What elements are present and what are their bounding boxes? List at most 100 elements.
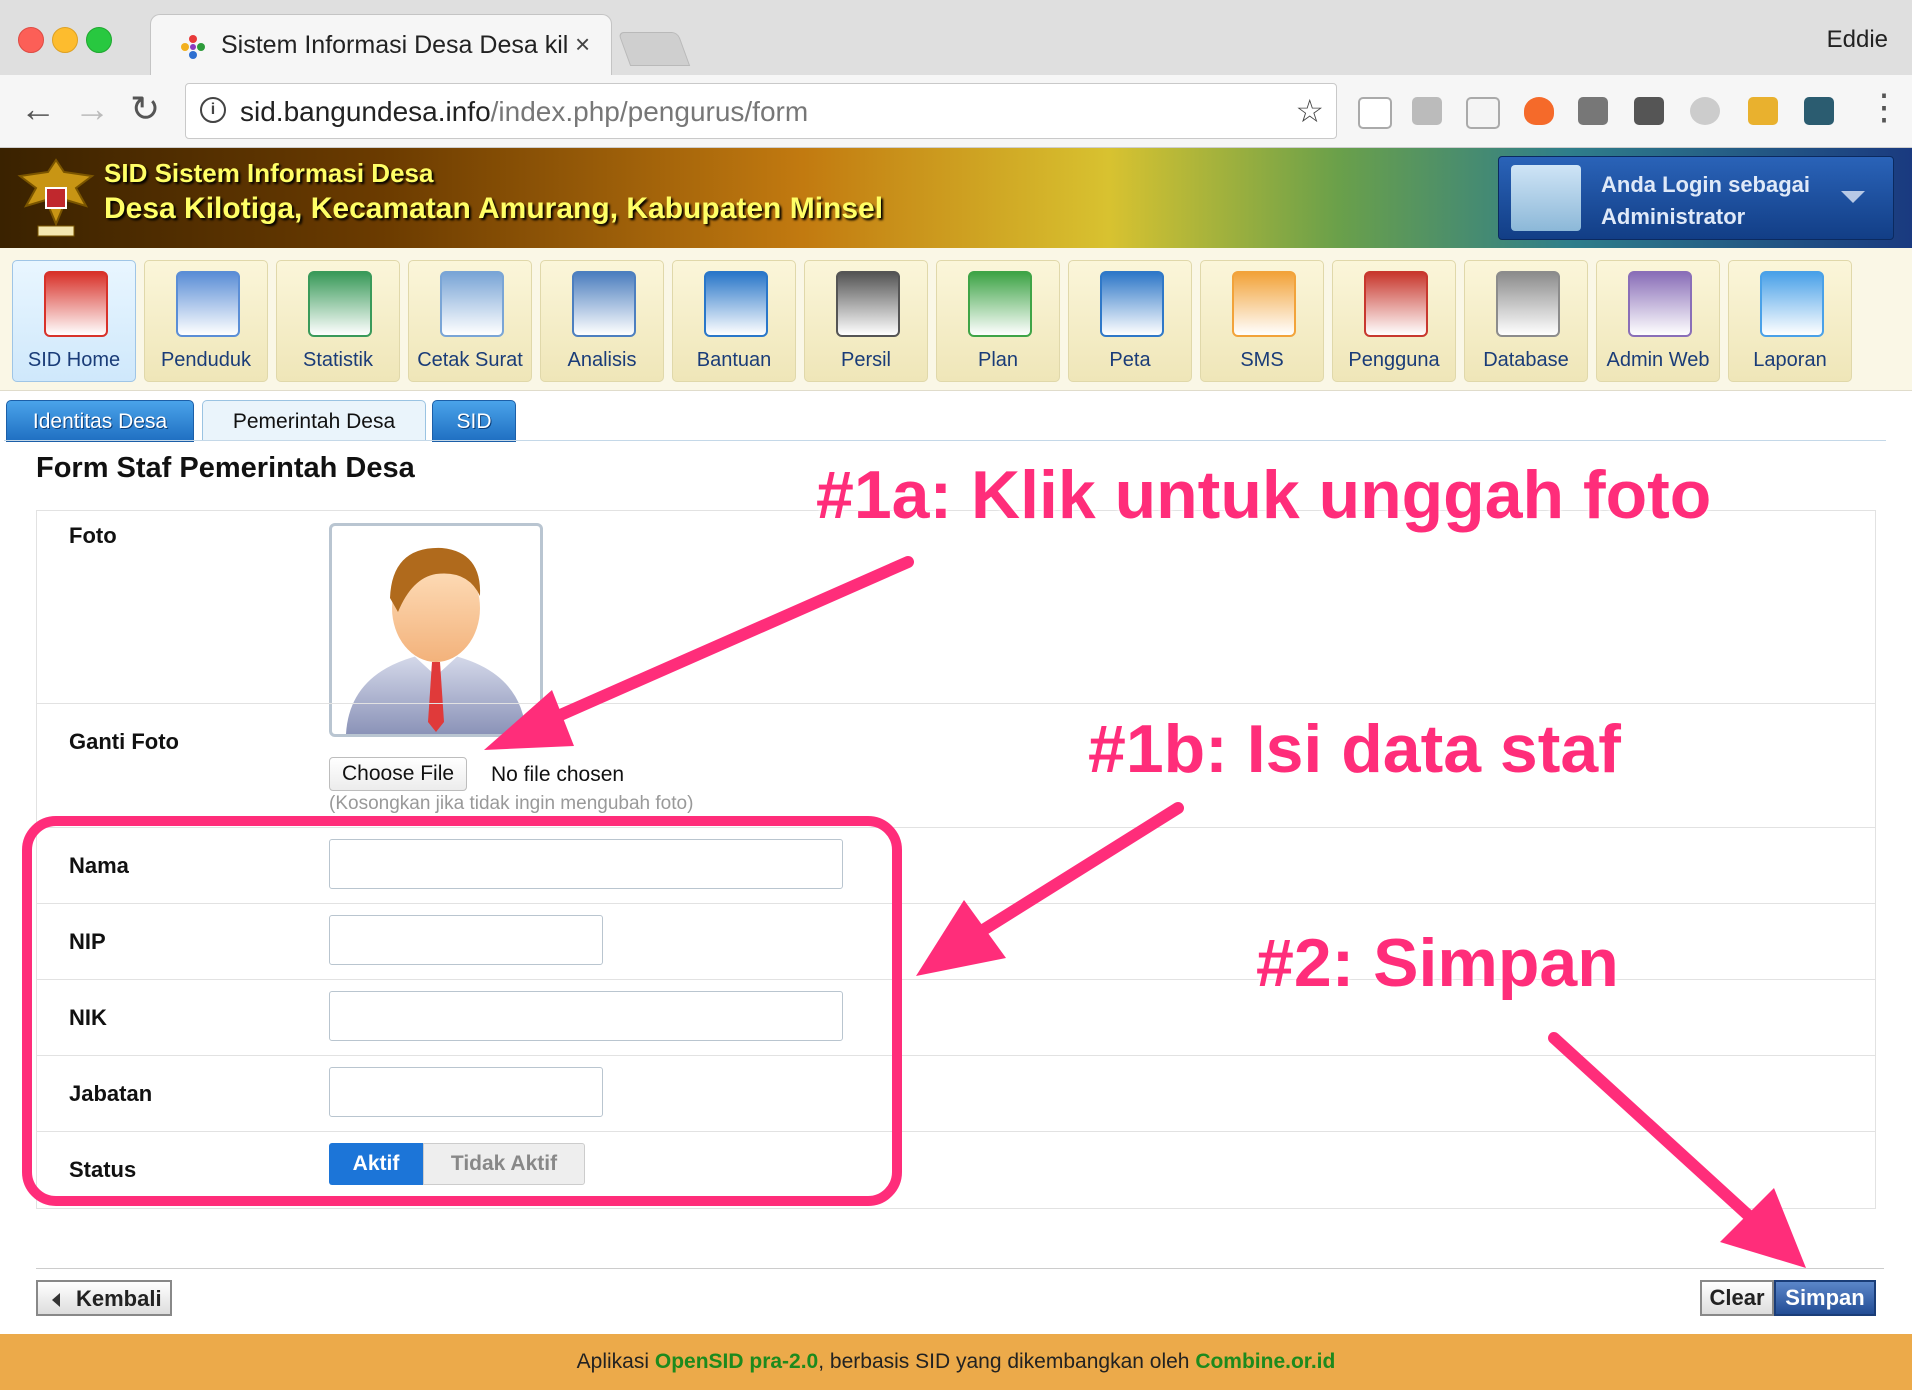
menu-item-peta[interactable]: Peta bbox=[1068, 260, 1192, 382]
address-bar[interactable]: i sid.bangundesa.info/index.php/pengurus… bbox=[185, 83, 1337, 139]
browser-tab[interactable]: Sistem Informasi Desa Desa kil × bbox=[150, 14, 612, 77]
browser-toolbar: ← → ↻ i sid.bangundesa.info/index.php/pe… bbox=[0, 75, 1912, 148]
forward-arrow-icon[interactable]: → bbox=[74, 91, 110, 127]
menu-item-label: Laporan bbox=[1753, 349, 1827, 371]
menu-item-persil[interactable]: Persil bbox=[804, 260, 928, 382]
ganti-foto-label: Ganti Foto bbox=[69, 729, 179, 754]
save-button[interactable]: Simpan bbox=[1774, 1280, 1876, 1316]
file-status: No file chosen bbox=[491, 763, 625, 786]
chevron-down-icon[interactable] bbox=[1841, 191, 1865, 203]
menu-item-bantuan[interactable]: Bantuan bbox=[672, 260, 796, 382]
home-icon bbox=[44, 271, 108, 337]
menu-item-label: Database bbox=[1483, 349, 1569, 371]
login-info: Anda Login sebagai Administrator bbox=[1601, 169, 1810, 233]
tab-divider bbox=[4, 440, 1886, 441]
person-icon bbox=[176, 271, 240, 337]
menu-item-label: SMS bbox=[1240, 349, 1284, 371]
menu-item-label: Bantuan bbox=[696, 349, 772, 371]
menu-item-plan[interactable]: Plan bbox=[936, 260, 1060, 382]
menu-item-laporan[interactable]: Laporan bbox=[1728, 260, 1852, 382]
bookmark-star-icon[interactable]: ☆ bbox=[1295, 92, 1324, 130]
tab-title: Sistem Informasi Desa Desa kil bbox=[221, 31, 569, 59]
annotation-upload-photo: #1a: Klik untuk unggah foto bbox=[816, 457, 1712, 533]
browser-tab-bar: Sistem Informasi Desa Desa kil × Eddie bbox=[0, 0, 1912, 77]
calendar-icon[interactable] bbox=[1748, 97, 1778, 125]
menu-item-label: Admin Web bbox=[1606, 349, 1710, 371]
menu-item-label: Statistik bbox=[302, 349, 374, 371]
form-highlight-box bbox=[22, 816, 902, 1206]
sid-app-name: SID Sistem Informasi Desa bbox=[104, 158, 434, 188]
clear-button[interactable]: Clear bbox=[1700, 1280, 1774, 1316]
menu-item-database[interactable]: Database bbox=[1464, 260, 1588, 382]
browser-menu-icon[interactable]: ⋮ bbox=[1866, 89, 1902, 125]
minimize-window-button[interactable] bbox=[52, 27, 78, 53]
avatar bbox=[1511, 165, 1581, 231]
menu-item-label: Analisis bbox=[567, 349, 637, 371]
footer-org-link[interactable]: Combine.or.id bbox=[1195, 1350, 1335, 1373]
menu-item-label: Pengguna bbox=[1348, 349, 1440, 371]
chevron-left-icon bbox=[52, 1293, 60, 1307]
garuda-logo-icon bbox=[17, 158, 95, 237]
bulb-icon[interactable] bbox=[1634, 97, 1664, 125]
menu-item-label: Peta bbox=[1109, 349, 1151, 371]
app-icon[interactable] bbox=[1804, 97, 1834, 125]
button-divider bbox=[36, 1268, 1884, 1269]
menu-item-label: Persil bbox=[840, 349, 891, 371]
url-host: sid.bangundesa.info bbox=[240, 96, 491, 127]
tab-close-icon[interactable]: × bbox=[575, 29, 590, 60]
back-button[interactable]: Kembali bbox=[36, 1280, 172, 1316]
sms-icon bbox=[1232, 271, 1296, 337]
village-name: Desa Kilotiga, Kecamatan Amurang, Kabupa… bbox=[104, 192, 884, 225]
menu-item-pengguna[interactable]: Pengguna bbox=[1332, 260, 1456, 382]
row-divider bbox=[37, 703, 1875, 705]
tab-identitas-desa[interactable]: Identitas Desa bbox=[6, 400, 194, 442]
chart-icon bbox=[308, 271, 372, 337]
info-icon[interactable]: i bbox=[200, 97, 226, 123]
menu-item-admin-web[interactable]: Admin Web bbox=[1596, 260, 1720, 382]
card-icon[interactable] bbox=[1466, 97, 1500, 129]
github-icon[interactable] bbox=[1578, 97, 1608, 125]
flame-icon[interactable] bbox=[1524, 97, 1554, 125]
menu-item-sms[interactable]: SMS bbox=[1200, 260, 1324, 382]
choose-file-button[interactable]: Choose File bbox=[329, 757, 468, 791]
reload-icon[interactable]: ↻ bbox=[130, 91, 160, 127]
mail-icon[interactable] bbox=[1358, 97, 1392, 129]
gear-icon[interactable] bbox=[1690, 97, 1720, 125]
menu-item-penduduk[interactable]: Penduduk bbox=[144, 260, 268, 382]
main-menu: SID Home Penduduk Statistik Cetak Surat Anal… bbox=[0, 248, 1912, 391]
menu-item-statistik[interactable]: Statistik bbox=[276, 260, 400, 382]
zoom-window-button[interactable] bbox=[86, 27, 112, 53]
menu-item-label: Cetak Surat bbox=[417, 349, 523, 371]
login-role: Administrator bbox=[1601, 204, 1746, 229]
menu-item-analisis[interactable]: Analisis bbox=[540, 260, 664, 382]
page-title: Form Staf Pemerintah Desa bbox=[36, 452, 415, 484]
sid-favicon-icon bbox=[181, 35, 205, 59]
photo-hint: (Kosongkan jika tidak ingin mengubah fot… bbox=[329, 793, 694, 814]
tab-sid[interactable]: SID bbox=[432, 400, 516, 442]
footer-middle: , berbasis SID yang dikembangkan oleh bbox=[818, 1350, 1196, 1373]
binders-icon bbox=[572, 271, 636, 337]
close-window-button[interactable] bbox=[18, 27, 44, 53]
footer-app-link[interactable]: OpenSID pra-2.0 bbox=[655, 1350, 818, 1373]
login-dropdown[interactable]: Anda Login sebagai Administrator bbox=[1498, 156, 1894, 240]
tab-pemerintah-desa[interactable]: Pemerintah Desa bbox=[202, 400, 426, 441]
sid-header: SID Sistem Informasi Desa Desa Kilotiga,… bbox=[0, 148, 1912, 248]
menu-item-cetak-surat[interactable]: Cetak Surat bbox=[408, 260, 532, 382]
profile-name[interactable]: Eddie bbox=[1827, 26, 1888, 54]
url-text: sid.bangundesa.info/index.php/pengurus/f… bbox=[240, 96, 808, 128]
trello-icon[interactable] bbox=[1412, 97, 1442, 125]
menu-item-label: Penduduk bbox=[160, 349, 252, 371]
annotation-save: #2: Simpan bbox=[1256, 925, 1619, 1001]
new-tab-button[interactable] bbox=[617, 32, 691, 66]
map-pin-icon bbox=[836, 271, 900, 337]
menu-item-label: SID Home bbox=[27, 349, 121, 371]
footer-prefix: Aplikasi bbox=[576, 1350, 655, 1373]
mail-arrow-icon bbox=[1760, 271, 1824, 337]
back-arrow-icon[interactable]: ← bbox=[20, 91, 56, 127]
back-button-label: Kembali bbox=[76, 1286, 162, 1311]
foto-label: Foto bbox=[69, 523, 117, 548]
globe-icon bbox=[1100, 271, 1164, 337]
url-path: /index.php/pengurus/form bbox=[490, 96, 809, 127]
document-icon bbox=[440, 271, 504, 337]
menu-item-sid-home[interactable]: SID Home bbox=[12, 260, 136, 382]
